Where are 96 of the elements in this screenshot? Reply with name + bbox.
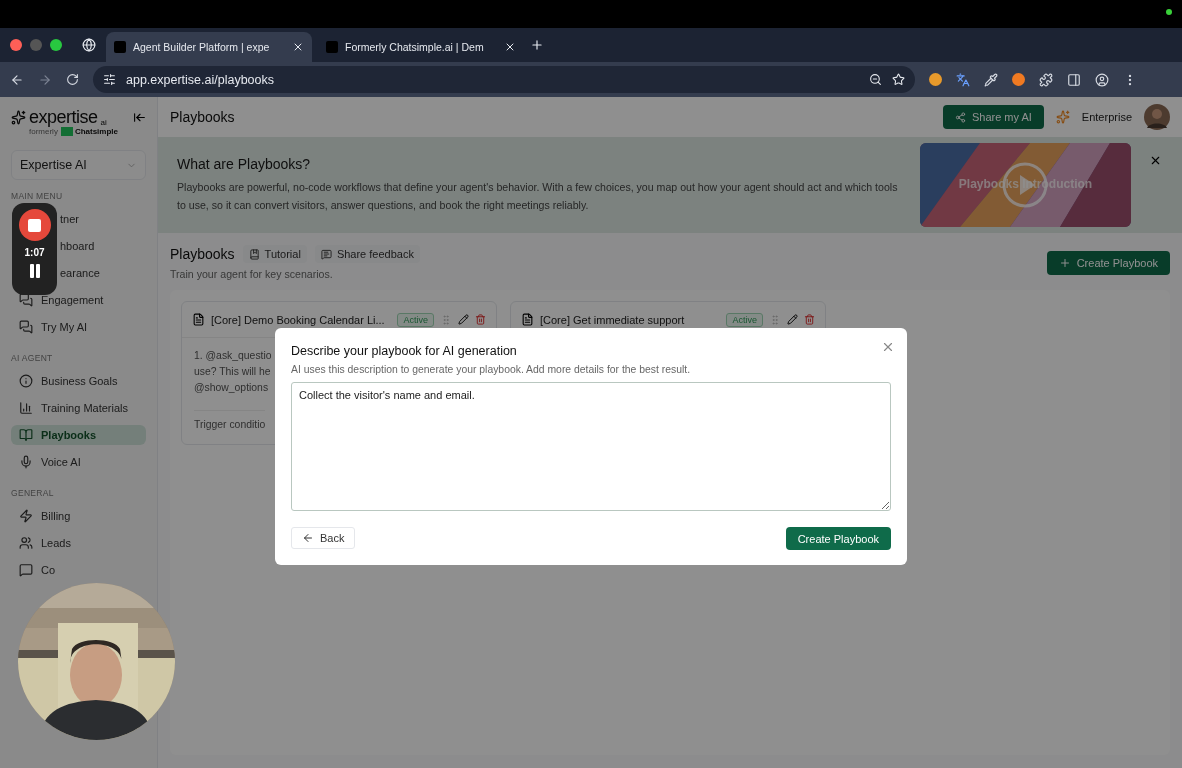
avatar[interactable] (1144, 104, 1170, 130)
close-icon[interactable] (504, 41, 516, 53)
share-button[interactable]: Share my AI (942, 105, 1044, 129)
section-subtitle: Train your agent for key scenarios. (170, 268, 334, 280)
extension-icon[interactable] (929, 73, 942, 86)
sidebar-item[interactable]: Co (11, 560, 64, 580)
chat-icon (19, 563, 33, 577)
sidebar-item[interactable]: Try My AI (11, 317, 96, 337)
star-icon[interactable] (892, 73, 905, 86)
chat-icon[interactable] (320, 248, 332, 260)
tutorial-button[interactable]: Tutorial (242, 245, 307, 263)
create-playbook-button[interactable]: Create Playbook (1046, 251, 1170, 275)
modal-title: Describe your playbook for AI generation (291, 344, 517, 358)
description-field[interactable]: Collect the visitor's name and email. (291, 382, 891, 511)
section-title: Playbooks (170, 246, 235, 262)
collapse-sidebar-icon[interactable] (133, 111, 146, 124)
stop-button[interactable] (18, 209, 51, 241)
recording-time: 1:07 (24, 247, 45, 258)
workspace-select[interactable]: Expertise AI (11, 150, 146, 180)
browser-tab[interactable]: Formerly Chatsimple.ai | Dem (318, 32, 524, 62)
site-icon (114, 41, 126, 53)
info-icon (19, 374, 33, 388)
zoom-icon[interactable] (869, 73, 882, 86)
bar-chart-icon (19, 401, 33, 415)
book-icon (19, 428, 33, 442)
back-icon[interactable] (10, 72, 24, 87)
card-title: [Core] Get immediate support (540, 313, 686, 326)
reload-icon[interactable] (66, 73, 79, 86)
maximize-window-button[interactable] (50, 39, 62, 51)
status-badge: Active (397, 312, 434, 327)
section-label: MAIN MENU (11, 192, 64, 201)
sidebar-item[interactable]: hboard (58, 236, 103, 256)
banner-title: What are Playbooks? (177, 156, 312, 172)
chat-bubbles-icon (19, 293, 33, 307)
formerly-label: formerly (29, 127, 58, 136)
site-settings-icon (103, 73, 116, 86)
card-text: use? This will he (194, 365, 271, 379)
status-badge: Active (726, 312, 763, 327)
users-icon (19, 536, 33, 550)
document-icon (521, 313, 534, 326)
drag-handle-icon[interactable] (769, 313, 781, 326)
status-dot (1166, 9, 1172, 15)
back-button[interactable]: Back (291, 527, 356, 549)
plan-label: Enterprise (1081, 111, 1132, 123)
banner-text: Playbooks are powerful, no-code workflows that define your agent's behavior. With a few choices, you map out how your agent should act and which tools to use, so it can convert visitors, answer questions, and book the right meetings reliably. (177, 180, 899, 213)
logo-icon (11, 109, 26, 125)
extension-icon[interactable] (1012, 73, 1025, 86)
plus-icon[interactable] (1058, 257, 1071, 269)
address-bar[interactable]: app.expertise.ai/playbooks (93, 66, 915, 93)
puzzle-icon[interactable] (1039, 72, 1053, 87)
site-icon (326, 41, 338, 53)
globe-icon[interactable] (82, 38, 96, 52)
sidebar-item[interactable]: Voice AI (11, 452, 89, 472)
create-playbook-button[interactable]: Create Playbook (785, 527, 891, 550)
modal-subtitle: AI uses this description to generate your playbook. Add more details for the best result. (291, 364, 691, 375)
pause-icon[interactable] (28, 264, 41, 278)
document-icon (192, 313, 205, 326)
share-icon[interactable] (954, 111, 966, 123)
trigger-text: Trigger conditio (194, 410, 266, 430)
book-icon[interactable] (248, 248, 260, 260)
page-title: Playbooks (170, 109, 236, 125)
sidebar-item[interactable]: Playbooks (11, 425, 146, 445)
sidebar-item[interactable]: tner (58, 209, 87, 229)
sparkle-icon (1055, 110, 1070, 124)
delete-icon[interactable] (804, 314, 815, 325)
sidebar-item[interactable]: Leads (11, 533, 79, 553)
drag-handle-icon[interactable] (440, 313, 452, 326)
new-tab-icon[interactable] (530, 38, 544, 52)
section-label: AI AGENT (11, 354, 54, 363)
card-title: [Core] Demo Booking Calendar Li... (211, 313, 386, 326)
profile-icon[interactable] (1095, 72, 1109, 87)
logo-text: expertise (29, 107, 98, 127)
card-text: 1. @ask_questio (194, 349, 272, 363)
arrow-left-icon[interactable] (302, 532, 314, 544)
sidebar-item[interactable]: Engagement (11, 290, 112, 310)
sidebar-item[interactable]: earance (58, 263, 108, 283)
logo-suffix: ai (100, 118, 107, 127)
section-label: GENERAL (11, 489, 55, 498)
edit-icon[interactable] (787, 314, 798, 325)
translate-icon[interactable] (956, 72, 970, 87)
eyedropper-icon[interactable] (984, 72, 998, 87)
close-window-button[interactable] (10, 39, 22, 51)
close-icon[interactable] (292, 41, 304, 53)
sidebar-item[interactable]: Training Materials (11, 398, 136, 418)
edit-icon[interactable] (458, 314, 469, 325)
browser-tab[interactable]: Agent Builder Platform | expe (106, 32, 312, 62)
delete-icon[interactable] (475, 314, 486, 325)
chat-bubbles-icon (19, 320, 33, 334)
side-panel-icon[interactable] (1067, 72, 1081, 87)
card-text: @show_options (194, 381, 269, 395)
lightning-icon (19, 509, 33, 523)
feedback-button[interactable]: Share feedback (314, 245, 420, 263)
forward-icon[interactable] (38, 72, 52, 87)
sidebar-item[interactable]: Business Goals (11, 371, 126, 391)
sidebar-item[interactable]: Billing (11, 506, 79, 526)
microphone-icon (19, 455, 33, 469)
